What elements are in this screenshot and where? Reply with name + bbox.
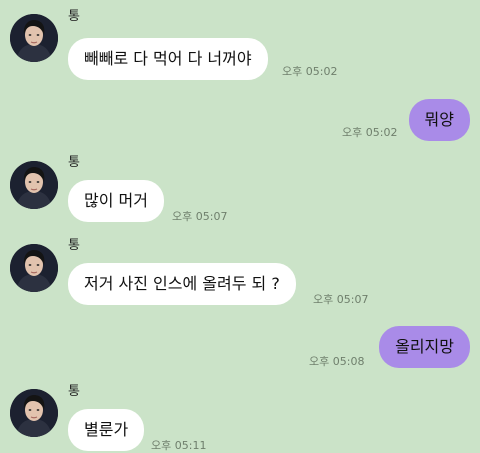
profile-photo-icon [10, 389, 58, 437]
message-bubble-outgoing[interactable]: 뭐양 [408, 99, 470, 141]
sender-name: 통 [68, 9, 80, 24]
avatar[interactable] [10, 244, 58, 292]
avatar[interactable] [10, 14, 58, 62]
sender-name: 통 [68, 238, 80, 253]
message-time: 오후 05:08 [309, 355, 365, 368]
sender-name: 통 [68, 155, 80, 170]
chat-view: 통 빼빼로 다 먹어 다 너꺼야 오후 05:02 뭐양 오후 05:02 통 … [0, 0, 480, 453]
message-time: 오후 05:07 [313, 293, 369, 306]
profile-photo-icon [10, 14, 58, 62]
sender-name: 통 [68, 384, 80, 399]
avatar[interactable] [10, 161, 58, 209]
message-bubble-outgoing[interactable]: 올리지망 [379, 326, 470, 368]
message-time: 오후 05:02 [342, 126, 398, 139]
profile-photo-icon [10, 244, 58, 292]
message-time: 오후 05:11 [151, 439, 207, 452]
message-bubble[interactable]: 저거 사진 인스에 올려두 되 ? [68, 263, 296, 305]
profile-photo-icon [10, 161, 58, 209]
avatar[interactable] [10, 389, 58, 437]
message-time: 오후 05:02 [282, 65, 338, 78]
message-bubble[interactable]: 많이 머거 [68, 180, 164, 222]
message-bubble[interactable]: 빼빼로 다 먹어 다 너꺼야 [68, 38, 268, 80]
message-time: 오후 05:07 [172, 210, 228, 223]
message-bubble[interactable]: 별룬가 [68, 409, 145, 451]
